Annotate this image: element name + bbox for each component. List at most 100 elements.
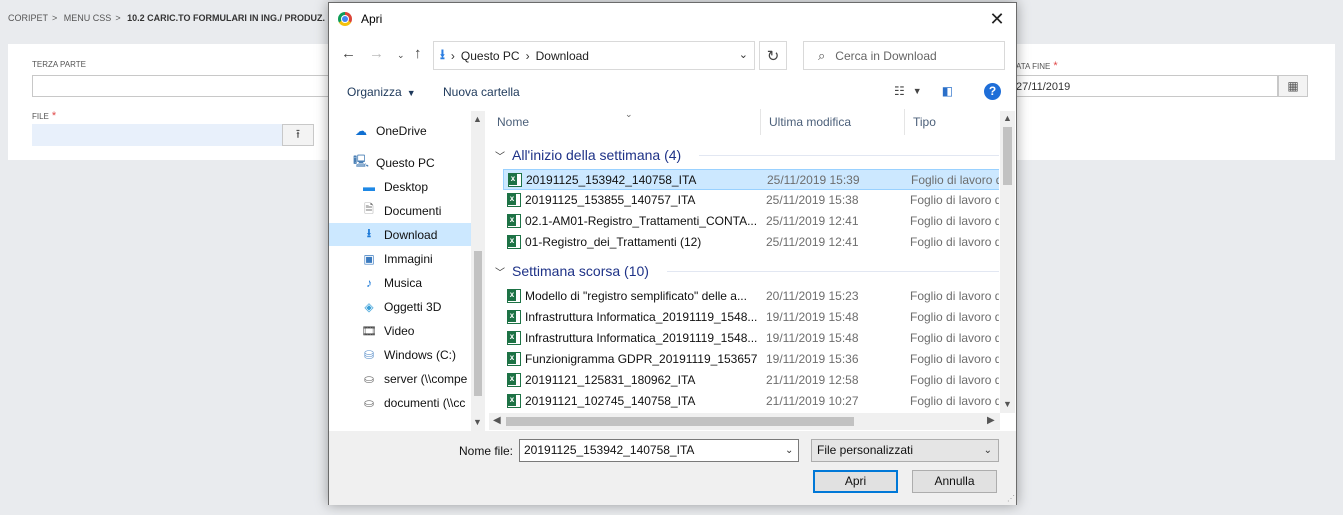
- documents-icon: 🗎: [364, 202, 374, 216]
- open-file-dialog: Apri ✕ ← → ⌄ ↑ ⭳ › Questo PC › Download …: [328, 2, 1017, 505]
- scroll-thumb[interactable]: [1003, 127, 1012, 185]
- terza-parte-select[interactable]: [32, 75, 332, 97]
- column-header-type[interactable]: Tipo: [905, 109, 999, 135]
- cancel-button[interactable]: Annulla: [912, 470, 997, 493]
- nav-item-documenti-network[interactable]: ⛀ documenti (\\cc: [329, 391, 471, 414]
- help-icon[interactable]: ?: [984, 83, 1001, 100]
- refresh-button[interactable]: ↻: [759, 41, 787, 70]
- data-fine-value: 27/11/2019: [1016, 81, 1071, 93]
- computer-icon: 🖳: [353, 154, 370, 168]
- caret-down-icon[interactable]: ▼: [913, 86, 922, 96]
- nav-item-oggetti-3d[interactable]: ◈ Oggetti 3D: [329, 295, 471, 318]
- forward-arrow-icon[interactable]: →: [369, 45, 384, 62]
- address-segment[interactable]: Questo PC: [461, 49, 520, 63]
- nav-item-documenti[interactable]: 🗎 Documenti: [329, 199, 471, 222]
- scroll-down-icon[interactable]: ▼: [473, 417, 482, 427]
- file-row[interactable]: 02.1-AM01-Registro_Trattamenti_CONTA... …: [503, 211, 999, 232]
- excel-file-icon: [507, 310, 521, 324]
- data-fine-label: ATA FINE *: [1016, 60, 1058, 72]
- address-segment[interactable]: Download: [536, 49, 589, 63]
- file-row[interactable]: Infrastruttura Informatica_20191119_1548…: [503, 307, 999, 328]
- recent-locations-chevron-icon[interactable]: ⌄: [397, 50, 405, 61]
- search-icon: ⌕: [818, 47, 826, 63]
- upload-button[interactable]: ⭱: [282, 124, 314, 146]
- navigation-scrollbar[interactable]: ▲ ▼: [471, 111, 485, 431]
- file-list-vertical-scrollbar[interactable]: ▲ ▼: [1000, 111, 1015, 413]
- calendar-button[interactable]: ▦: [1278, 75, 1308, 97]
- open-button[interactable]: Apri: [813, 470, 898, 493]
- excel-file-icon: [508, 173, 522, 187]
- drive-icon: ⛁: [363, 347, 375, 362]
- group-divider: [667, 271, 999, 272]
- nav-item-onedrive[interactable]: ☁ OneDrive: [329, 119, 471, 142]
- breadcrumb-item: 10.2 CARIC.TO FORMULARI IN ING./ PRODUZ.: [127, 13, 325, 23]
- breadcrumb-item[interactable]: CORIPET: [8, 13, 48, 23]
- chevron-right-icon[interactable]: ›: [526, 49, 530, 63]
- group-divider: [699, 155, 999, 156]
- group-header[interactable]: ﹀ Settimana scorsa (10): [495, 261, 649, 281]
- file-row[interactable]: 20191125_153942_140758_ITA 25/11/2019 15…: [503, 169, 999, 190]
- up-arrow-icon[interactable]: ↑: [414, 45, 422, 62]
- scroll-up-icon[interactable]: ▲: [473, 114, 482, 124]
- file-row[interactable]: 20191121_102745_140758_ITA 21/11/2019 10…: [503, 391, 999, 412]
- group-header[interactable]: ﹀ All'inizio della settimana (4): [495, 145, 681, 165]
- download-icon: ⭳: [440, 45, 445, 62]
- column-header-date[interactable]: Ultima modifica: [761, 109, 905, 135]
- network-drive-icon: ⛀: [363, 371, 375, 386]
- caret-down-icon: ▼: [406, 88, 416, 98]
- excel-file-icon: [507, 394, 521, 408]
- file-list-horizontal-scrollbar[interactable]: ◀ ▶: [489, 413, 1000, 430]
- dialog-titlebar: Apri ✕: [329, 3, 1016, 35]
- required-mark: *: [51, 110, 57, 122]
- breadcrumb-item[interactable]: MENU CSS: [64, 13, 112, 23]
- file-row[interactable]: Modello di "registro semplificato" delle…: [503, 286, 999, 307]
- nav-item-questo-pc[interactable]: 🖳 Questo PC: [329, 151, 471, 174]
- address-bar[interactable]: ⭳ › Questo PC › Download ⌄: [433, 41, 755, 70]
- file-row[interactable]: Funzionigramma GDPR_20191119_153657 19/1…: [503, 349, 999, 370]
- desktop-icon: ▬: [363, 179, 375, 194]
- file-row[interactable]: 20191125_153855_140757_ITA 25/11/2019 15…: [503, 190, 999, 211]
- back-arrow-icon[interactable]: ←: [341, 45, 356, 62]
- excel-file-icon: [507, 331, 521, 345]
- file-list: Nome ⌄ Ultima modifica Tipo ﹀ All'inizio …: [489, 109, 999, 413]
- file-row[interactable]: 20191121_125831_180962_ITA 21/11/2019 12…: [503, 370, 999, 391]
- file-row[interactable]: 01-Registro_dei_Trattamenti (12) 25/11/2…: [503, 232, 999, 253]
- scroll-thumb[interactable]: [474, 251, 482, 396]
- scroll-right-icon[interactable]: ▶: [987, 415, 995, 426]
- filename-label: Nome file:: [459, 444, 514, 458]
- calendar-icon: ▦: [1287, 79, 1299, 93]
- filetype-select[interactable]: File personalizzati ⌄: [811, 439, 999, 462]
- navigation-bar: ← → ⌄ ↑ ⭳ › Questo PC › Download ⌄ ↻ ⌕ C…: [329, 37, 1016, 73]
- chevron-right-icon[interactable]: ›: [451, 49, 455, 63]
- resize-grip-icon[interactable]: ⋰: [1007, 494, 1015, 503]
- scroll-left-icon[interactable]: ◀: [493, 415, 501, 426]
- download-icon: ⭳: [366, 226, 372, 240]
- nav-item-musica[interactable]: ♪ Musica: [329, 271, 471, 294]
- file-row[interactable]: Infrastruttura Informatica_20191119_1548…: [503, 328, 999, 349]
- chevron-down-icon[interactable]: ⌄: [785, 445, 793, 456]
- scroll-down-icon[interactable]: ▼: [1003, 399, 1012, 409]
- excel-file-icon: [507, 289, 521, 303]
- filename-input[interactable]: 20191125_153942_140758_ITA: [519, 439, 799, 462]
- navigation-pane: ☁ OneDrive 🖳 Questo PC ▬ Desktop 🗎 Documenti…: [329, 111, 485, 431]
- chevron-down-icon: ⌄: [983, 445, 992, 456]
- nuova-cartella-button[interactable]: Nuova cartella: [443, 85, 520, 99]
- file-input[interactable]: [32, 124, 282, 146]
- nav-item-windows-c[interactable]: ⛁ Windows (C:): [329, 343, 471, 366]
- excel-file-icon: [507, 214, 521, 228]
- objects3d-icon: ◈: [364, 299, 374, 314]
- close-button[interactable]: ✕: [986, 8, 1008, 30]
- search-input[interactable]: ⌕ Cerca in Download: [803, 41, 1005, 70]
- chevron-down-icon[interactable]: ⌄: [739, 48, 748, 61]
- preview-pane-icon[interactable]: ◧: [942, 84, 953, 98]
- scroll-thumb[interactable]: [506, 417, 854, 426]
- nav-item-video[interactable]: 🎞 Video: [329, 319, 471, 342]
- organizza-button[interactable]: Organizza ▼: [347, 85, 416, 99]
- nav-item-immagini[interactable]: ▣ Immagini: [329, 247, 471, 270]
- nav-item-download[interactable]: ⭳ Download: [329, 223, 471, 246]
- nav-item-desktop[interactable]: ▬ Desktop: [329, 175, 471, 198]
- nav-item-server[interactable]: ⛀ server (\\compe: [329, 367, 471, 390]
- excel-file-icon: [507, 352, 521, 366]
- view-list-icon[interactable]: ☷: [894, 84, 905, 98]
- scroll-up-icon[interactable]: ▲: [1003, 113, 1012, 123]
